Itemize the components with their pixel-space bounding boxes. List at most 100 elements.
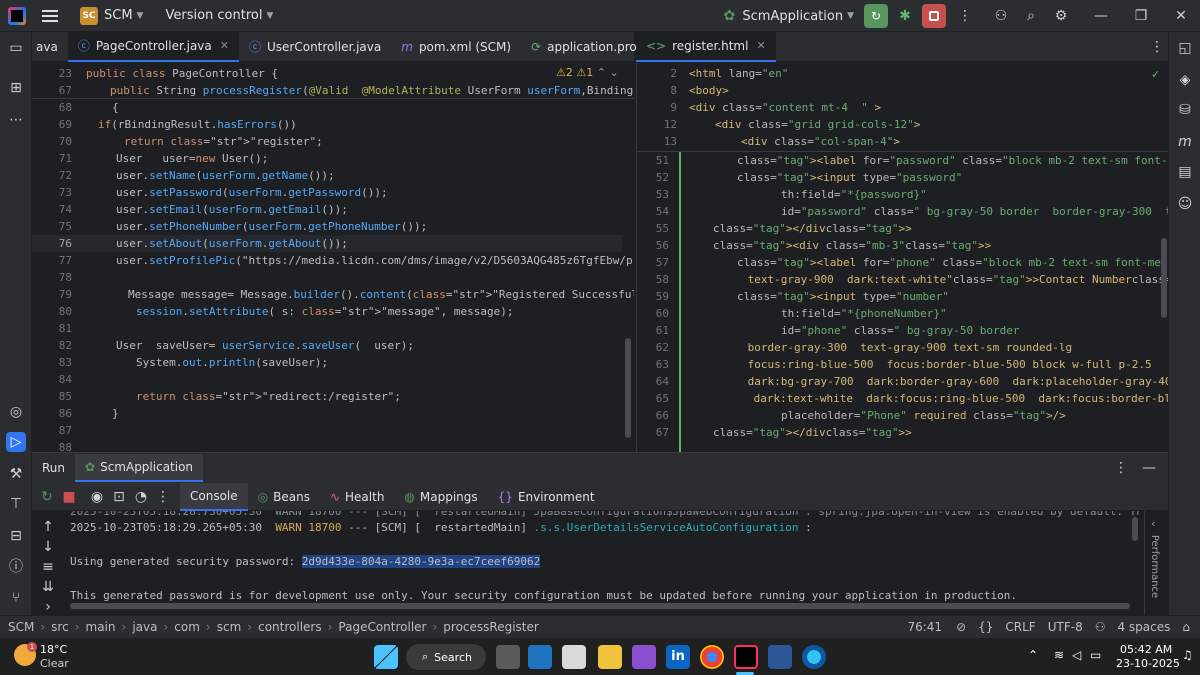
generated-password[interactable]: 2d9d433e-804a-4280-9e3a-ec7ceef69062	[301, 555, 541, 568]
scroll-down-icon[interactable]: ↓	[38, 537, 58, 557]
run-panel-more-icon[interactable]: ⋮	[1110, 457, 1132, 479]
java-editor[interactable]: 23 public class PageController { 67 publ…	[32, 63, 634, 452]
search-icon[interactable]: ⌕	[1020, 5, 1042, 27]
run-tool-icon[interactable]: ▷	[6, 432, 26, 452]
edge-icon[interactable]	[802, 645, 826, 669]
main-menu-icon[interactable]	[42, 9, 58, 22]
tab-pom[interactable]: m pom.xml (SCM)	[391, 32, 521, 62]
breadcrumb-item[interactable]: main	[86, 620, 116, 634]
chevron-up-icon[interactable]: ⌃	[1028, 648, 1038, 662]
console-h-scrollbar[interactable]	[70, 603, 1130, 609]
task-view-icon[interactable]	[496, 645, 520, 669]
rerun-button[interactable]: ↻	[864, 4, 888, 28]
tab-beans[interactable]: ◎ Beans	[248, 483, 320, 511]
indent-setting[interactable]: 4 spaces	[1117, 620, 1170, 634]
notification-bell-icon[interactable]: ♫	[1182, 648, 1193, 662]
notifications-icon[interactable]: ◱	[1175, 38, 1195, 58]
tab-register-html[interactable]: <> register.html ✕	[636, 31, 776, 62]
volume-icon[interactable]: ◁	[1072, 648, 1081, 662]
tab-health[interactable]: ∿ Health	[320, 483, 394, 511]
git-icon[interactable]: ⑂	[6, 588, 26, 608]
camera-icon[interactable]: ◉	[86, 486, 108, 508]
more-icon[interactable]: ⋮	[152, 486, 174, 508]
breadcrumb-item[interactable]: SCM	[8, 620, 34, 634]
collapse-icon[interactable]: ‹	[1151, 517, 1155, 530]
editor-scrollbar[interactable]	[625, 338, 631, 438]
vscode-icon[interactable]	[528, 645, 552, 669]
gradle-icon[interactable]: ▤	[1175, 162, 1195, 182]
version-control-menu[interactable]: Version control	[165, 8, 262, 23]
tab-console[interactable]: Console	[180, 482, 248, 511]
ai-assistant-icon[interactable]: ◈	[1175, 70, 1195, 90]
clock-time[interactable]: 05:42 AM	[1120, 643, 1172, 656]
linkedin-icon[interactable]: in	[666, 645, 690, 669]
breadcrumb-item[interactable]: java	[132, 620, 157, 634]
breadcrumb-item[interactable]: src	[51, 620, 69, 634]
restore-icon[interactable]: ❐	[1130, 5, 1152, 27]
taskbar-search[interactable]: ⌕ Search	[406, 644, 486, 670]
console-v-scrollbar[interactable]	[1132, 517, 1138, 541]
problems-icon[interactable]: ⓘ	[6, 556, 26, 576]
services-icon[interactable]: ◎	[6, 402, 26, 422]
close-tab-icon[interactable]: ✕	[756, 39, 765, 52]
tabs-more-icon[interactable]: ⋮	[1146, 36, 1168, 58]
soft-wrap-icon[interactable]: ≡	[38, 557, 58, 577]
console-icon[interactable]: ⊟	[6, 526, 26, 546]
tab-mappings[interactable]: ◍ Mappings	[394, 483, 487, 511]
hide-panel-icon[interactable]: —	[1138, 457, 1160, 479]
breadcrumb-item[interactable]: com	[174, 620, 200, 634]
tab-environment[interactable]: {} Environment	[488, 483, 605, 511]
debug-icon[interactable]: ✱	[894, 5, 916, 27]
close-tab-icon[interactable]: ✕	[220, 39, 229, 52]
minimize-icon[interactable]: —	[1090, 5, 1112, 27]
performance-label[interactable]: Performance	[1149, 535, 1160, 598]
tab-page-controller[interactable]: ⓒ PageController.java ✕	[67, 31, 239, 62]
project-folder-icon[interactable]: ▭	[6, 38, 26, 58]
chrome-icon[interactable]	[700, 645, 724, 669]
run-tab-app[interactable]: ✿ ScmApplication	[75, 454, 204, 482]
html-editor[interactable]: 2 <html lang="en" 8 <body> 9 <div class=…	[636, 63, 1168, 452]
app-icon[interactable]	[632, 645, 656, 669]
project-name[interactable]: SCM	[104, 8, 133, 23]
notepad-icon[interactable]	[562, 645, 586, 669]
more-tools-icon[interactable]: ⋯	[6, 110, 26, 130]
code-with-me-icon[interactable]: ⚇	[1095, 620, 1106, 634]
remote-desktop-icon[interactable]	[768, 645, 792, 669]
database-icon[interactable]: ⛁	[1175, 100, 1195, 120]
settings-gear-icon[interactable]: ⚙	[1050, 5, 1072, 27]
line-separator[interactable]: CRLF	[1005, 620, 1035, 634]
breadcrumb-item[interactable]: controllers	[258, 620, 322, 634]
tab-java-file[interactable]: ava	[32, 32, 68, 62]
editor-scrollbar[interactable]	[1161, 238, 1167, 318]
caret-position[interactable]: 76:41	[907, 620, 942, 634]
braces-icon[interactable]: {}	[978, 620, 993, 634]
scroll-up-icon[interactable]: ↑	[38, 517, 58, 537]
scroll-to-end-icon[interactable]: ⇊	[38, 577, 58, 597]
wifi-icon[interactable]: ≋	[1054, 648, 1064, 662]
build-icon[interactable]: ⚒	[6, 464, 26, 484]
maven-icon[interactable]: m	[1175, 132, 1195, 152]
structure-icon[interactable]: ⊞	[6, 78, 26, 98]
add-user-icon[interactable]: ⚇	[990, 5, 1012, 27]
terminal-icon[interactable]: ⊤	[6, 494, 26, 514]
run-config-selector[interactable]: ScmApplication	[742, 9, 843, 24]
readonly-toggle-icon[interactable]: ⊘	[956, 620, 966, 634]
console-output[interactable]: 2025-10-23T05:18:28.730+05:30 WARN 18700…	[66, 511, 1140, 616]
battery-icon[interactable]: ▭	[1090, 648, 1101, 662]
windows-start-icon[interactable]	[374, 645, 398, 669]
more-icon[interactable]: ›	[38, 597, 58, 617]
tab-application-properties[interactable]: ⟳ application.pro	[521, 32, 647, 62]
breadcrumb-item[interactable]: scm	[217, 620, 242, 634]
file-encoding[interactable]: UTF-8	[1048, 620, 1083, 634]
file-explorer-icon[interactable]	[598, 645, 622, 669]
tab-user-controller[interactable]: ⓒ UserController.java	[239, 32, 391, 62]
dashboard-icon[interactable]: ◔	[130, 486, 152, 508]
breadcrumb-item[interactable]: PageController	[338, 620, 426, 634]
inspection-warnings[interactable]: ⚠2 ⚠1 ⌃ ⌄	[556, 66, 619, 79]
rerun-icon[interactable]: ↻	[36, 486, 58, 508]
run-tab-title[interactable]: Run	[32, 454, 75, 482]
copilot-icon[interactable]: ☺	[1175, 194, 1195, 214]
lock-icon[interactable]: ⌂	[1182, 620, 1190, 634]
restore-layout-icon[interactable]: ⊡	[108, 486, 130, 508]
clock-date[interactable]: 23-10-2025	[1116, 657, 1180, 670]
